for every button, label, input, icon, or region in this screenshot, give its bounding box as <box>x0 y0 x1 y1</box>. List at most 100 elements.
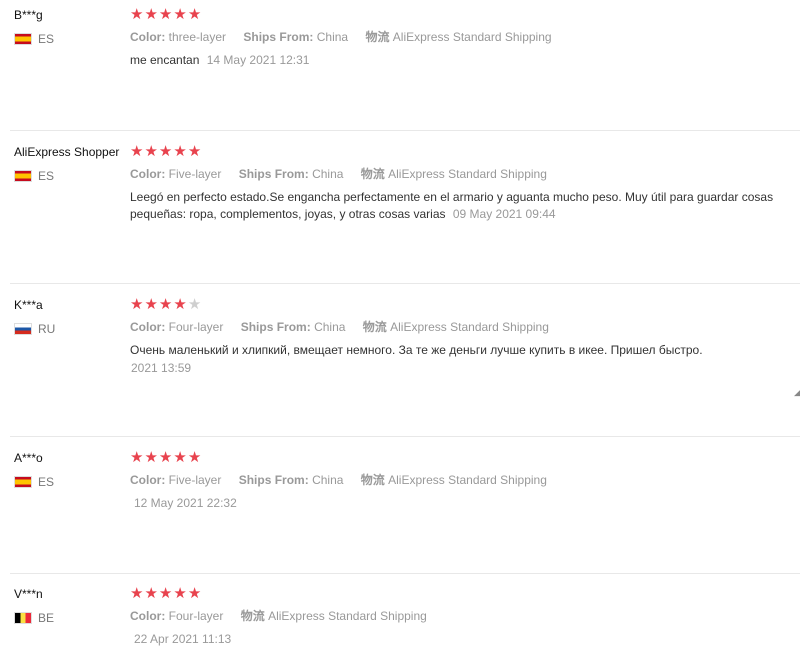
ships-from-value: China <box>316 30 349 44</box>
reviewer-info: V***n BE <box>14 587 129 625</box>
ships-from-label: Ships From: <box>240 320 311 334</box>
review-content: ★★★★★ Color: Four-layer 物流 AliExpress St… <box>130 585 790 648</box>
divider <box>10 573 800 574</box>
ships-from-label: Ships From: <box>243 30 314 44</box>
reviewer-name: V***n <box>14 587 43 601</box>
spain-flag-icon <box>14 33 32 45</box>
star-icon: ★ <box>187 143 203 160</box>
country-code: RU <box>38 322 56 336</box>
color-label: Color: <box>130 473 166 487</box>
color-label: Color: <box>130 320 166 334</box>
reviewer-name: A***o <box>14 451 43 465</box>
review-date: 14 May 2021 12:31 <box>206 53 310 67</box>
review-text: Очень маленький и хлипкий, вмещает немно… <box>130 342 790 359</box>
star-icon: ★ <box>158 143 174 160</box>
star-rating: ★★★★★ <box>130 6 790 23</box>
reviewer-info: K***a RU <box>14 298 129 336</box>
ships-from-label: Ships From: <box>238 167 309 181</box>
reviewer-country: ES <box>14 32 129 46</box>
scroll-arrow-icon[interactable]: ◢ <box>794 387 800 397</box>
color-label: Color: <box>130 30 166 44</box>
star-icon: ★ <box>187 6 203 23</box>
product-meta: Color: Four-layer Ships From: China 物流 A… <box>130 320 790 335</box>
star-icon: ★ <box>173 296 188 313</box>
star-icon: ★ <box>173 6 188 23</box>
country-code: ES <box>38 475 55 489</box>
review-text: me encantan 14 May 2021 12:31 <box>130 52 790 69</box>
review-content: ★★★★★ Color: three-layer Ships From: Chi… <box>130 6 790 69</box>
star-icon: ★ <box>144 296 159 313</box>
divider <box>10 130 800 131</box>
star-icon: ★ <box>173 449 188 466</box>
reviewer-country: RU <box>14 322 129 336</box>
logistics-value: AliExpress Standard Shipping <box>392 30 552 44</box>
country-code: ES <box>38 32 55 46</box>
logistics-value: AliExpress Standard Shipping <box>388 473 547 487</box>
color-value: Five-layer <box>168 473 222 487</box>
star-icon: ★ <box>187 449 203 466</box>
logistics-label: 物流 <box>360 167 385 181</box>
logistics-value: AliExpress Standard Shipping <box>268 609 427 623</box>
reviewer-name: AliExpress Shopper <box>14 145 120 159</box>
star-rating: ★★★★★ <box>130 296 790 313</box>
star-icon: ★ <box>173 585 188 602</box>
star-icon: ★ <box>144 585 159 602</box>
reviewer-country: ES <box>14 475 129 489</box>
product-meta: Color: Four-layer 物流 AliExpress Standard… <box>130 609 790 624</box>
review-content: ★★★★★ Color: Five-layer Ships From: Chin… <box>130 143 790 223</box>
star-icon: ★ <box>187 585 203 602</box>
reviewer-country: ES <box>14 169 129 183</box>
reviewer-info: B***g ES <box>14 8 129 46</box>
review-content: ★★★★★ Color: Four-layer Ships From: Chin… <box>130 296 790 377</box>
reviewer-name: K***a <box>14 298 43 312</box>
review-date: 2021 13:59 <box>131 361 192 375</box>
review-date: 09 May 2021 09:44 <box>452 207 556 221</box>
logistics-value: AliExpress Standard Shipping <box>388 167 547 181</box>
review-body: Очень маленький и хлипкий, вмещает немно… <box>130 343 703 357</box>
divider <box>10 283 800 284</box>
star-icon: ★ <box>158 585 174 602</box>
ships-from-value: China <box>312 473 344 487</box>
star-icon: ★ <box>144 449 159 466</box>
star-icon: ★ <box>144 6 159 23</box>
star-icon: ★ <box>130 449 145 466</box>
star-icon: ★ <box>130 6 145 23</box>
color-value: three-layer <box>168 30 227 44</box>
reviewer-name: B***g <box>14 8 43 22</box>
belgium-flag-icon <box>14 612 32 624</box>
color-value: Four-layer <box>168 609 224 623</box>
color-value: Five-layer <box>168 167 222 181</box>
logistics-label: 物流 <box>360 473 385 487</box>
star-icon: ★ <box>130 585 145 602</box>
review-content: ★★★★★ Color: Five-layer Ships From: Chin… <box>130 449 790 512</box>
country-code: ES <box>38 169 55 183</box>
star-icon: ★ <box>158 296 174 313</box>
product-meta: Color: Five-layer Ships From: China 物流 A… <box>130 167 790 182</box>
review-date: 22 Apr 2021 11:13 <box>134 632 232 646</box>
review-date: 12 May 2021 22:32 <box>134 496 237 510</box>
product-meta: Color: Five-layer Ships From: China 物流 A… <box>130 473 790 488</box>
color-value: Four-layer <box>168 320 224 334</box>
logistics-label: 物流 <box>365 30 390 44</box>
color-label: Color: <box>130 609 166 623</box>
star-icon: ★ <box>173 143 188 160</box>
review-text: Leegó en perfecto estado.Se engancha per… <box>130 189 790 223</box>
reviewer-info: AliExpress Shopper ES <box>14 145 129 183</box>
spain-flag-icon <box>14 170 32 182</box>
reviewer-info: A***o ES <box>14 451 129 489</box>
review-body: me encantan <box>130 53 200 67</box>
reviewer-country: BE <box>14 611 129 625</box>
star-icon: ★ <box>158 6 174 23</box>
logistics-value: AliExpress Standard Shipping <box>390 320 549 334</box>
divider <box>10 436 800 437</box>
logistics-label: 物流 <box>240 609 265 623</box>
logistics-label: 物流 <box>362 320 387 334</box>
russia-flag-icon <box>14 323 32 335</box>
star-icon: ★ <box>144 143 159 160</box>
star-rating: ★★★★★ <box>130 585 790 602</box>
star-empty-icon: ★ <box>187 296 203 313</box>
star-rating: ★★★★★ <box>130 449 790 466</box>
spain-flag-icon <box>14 476 32 488</box>
star-icon: ★ <box>130 143 145 160</box>
star-rating: ★★★★★ <box>130 143 790 160</box>
